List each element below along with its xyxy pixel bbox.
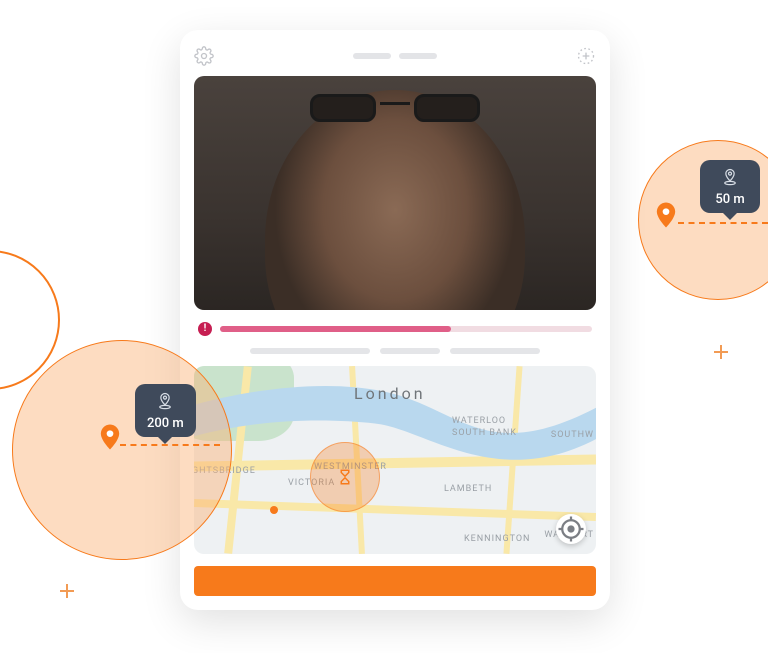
hourglass-icon xyxy=(336,468,354,486)
map-label: KENNINGTON xyxy=(464,534,530,544)
map-label: WATERLOO xyxy=(452,416,506,426)
range-callout-right: 50 m xyxy=(568,130,768,310)
range-dash xyxy=(120,444,220,446)
sparkle-icon xyxy=(714,345,728,359)
map-label-city: London xyxy=(354,384,426,403)
map-label: LAMBETH xyxy=(444,484,492,494)
map-label: SOUTH BANK xyxy=(452,428,517,438)
range-value: 50 m xyxy=(715,192,744,207)
range-disc xyxy=(12,340,232,560)
gear-icon[interactable] xyxy=(194,46,214,66)
range-dash xyxy=(678,222,768,224)
profile-photo[interactable] xyxy=(194,76,596,310)
location-radius-icon xyxy=(721,168,739,186)
map-label: SOUTHW xyxy=(551,430,594,440)
slider-track[interactable] xyxy=(220,326,592,332)
range-callout-left: 200 m xyxy=(0,340,280,580)
pin-icon xyxy=(656,202,676,228)
distance-slider[interactable]: ! xyxy=(194,322,596,336)
locate-me-button[interactable] xyxy=(556,514,586,544)
alert-badge-icon: ! xyxy=(198,322,212,336)
range-value: 200 m xyxy=(147,416,184,431)
sparkle-icon xyxy=(60,584,74,598)
add-icon[interactable] xyxy=(576,46,596,66)
device-header xyxy=(194,44,596,68)
geofence-zone[interactable] xyxy=(310,442,380,512)
pin-icon xyxy=(100,424,120,450)
range-tooltip: 200 m xyxy=(135,384,196,437)
location-radius-icon xyxy=(156,392,174,410)
range-tooltip: 50 m xyxy=(700,160,760,213)
header-placeholder xyxy=(353,53,437,59)
